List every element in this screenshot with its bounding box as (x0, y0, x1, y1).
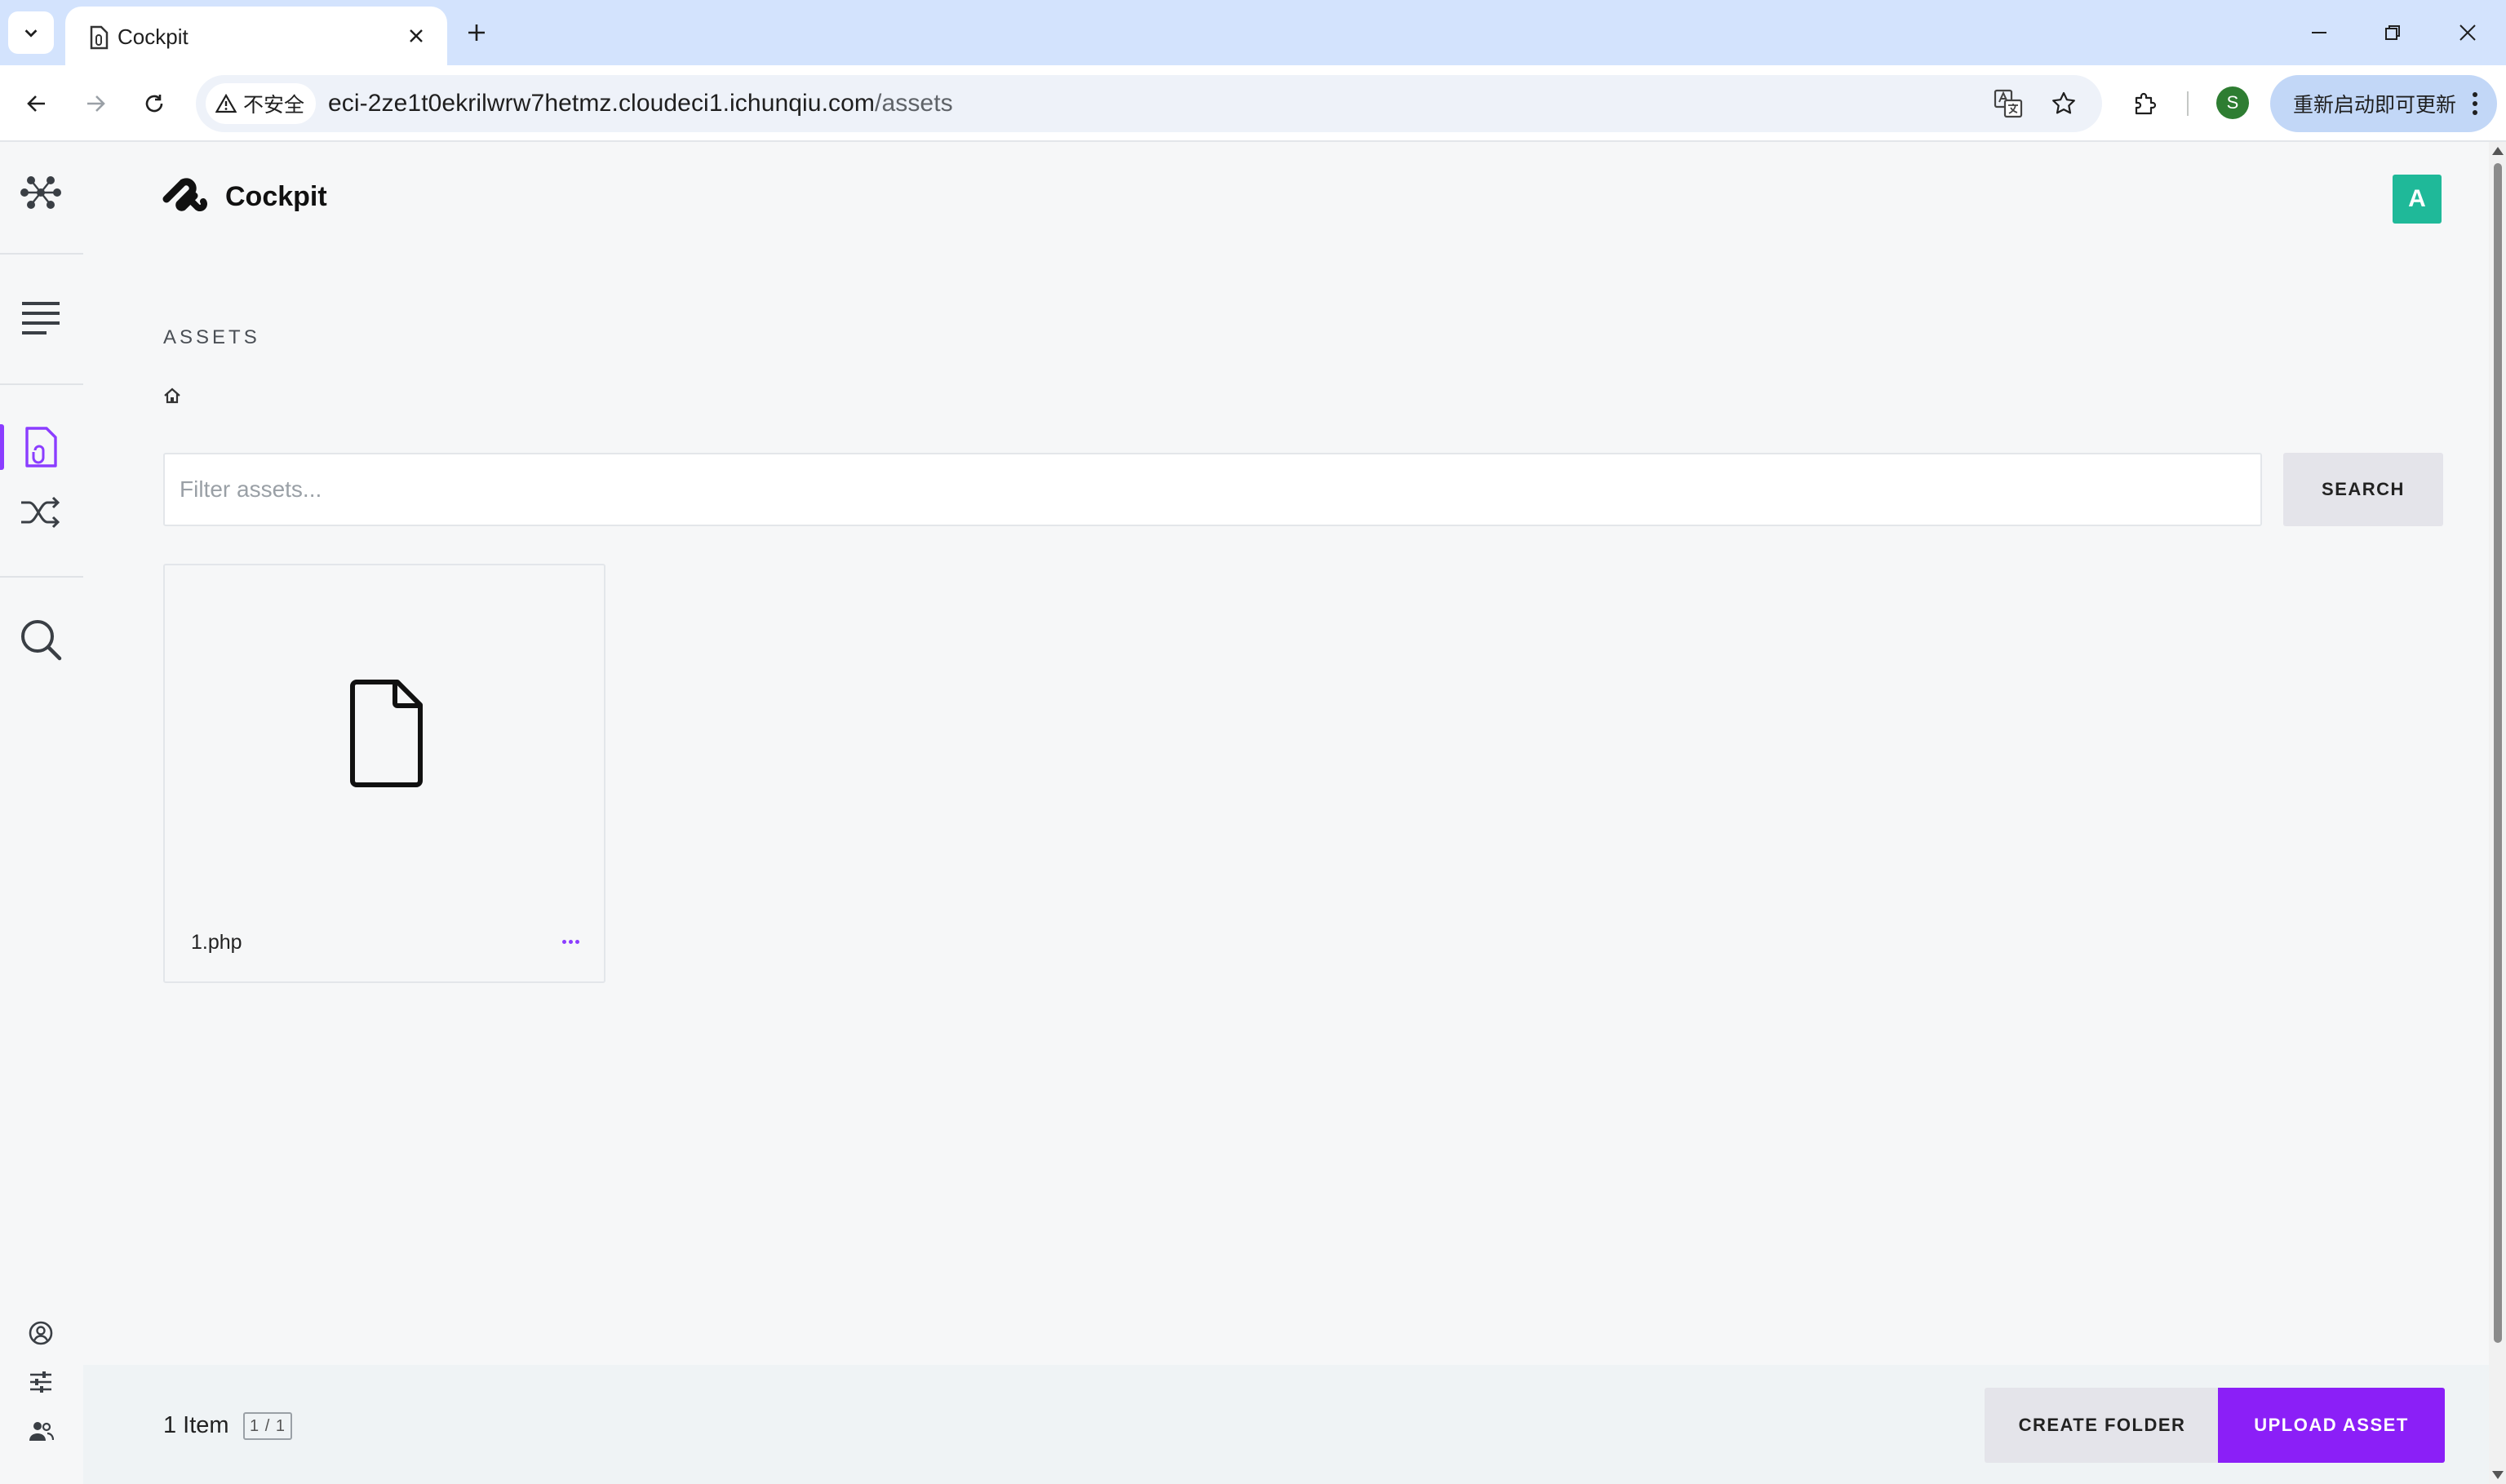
sidebar-item-settings[interactable] (24, 1366, 57, 1398)
asset-card[interactable]: 1.php (163, 564, 605, 983)
toolbar-divider (2187, 91, 2189, 116)
restore-icon (2385, 25, 2400, 40)
tab-title: Cockpit (118, 24, 189, 49)
puzzle-piece-icon (2135, 92, 2157, 115)
translate-icon (1994, 89, 2023, 118)
content-list-icon (22, 302, 60, 334)
close-icon (410, 29, 423, 42)
page-title: ASSETS (163, 326, 260, 348)
site-security-chip[interactable]: 不安全 (206, 83, 317, 124)
new-tab-button[interactable] (459, 15, 495, 51)
account-icon (29, 1321, 53, 1345)
sidebar-item-modules[interactable] (16, 168, 65, 217)
reload-button[interactable] (134, 83, 175, 124)
star-icon (2052, 91, 2075, 114)
sidebar-divider (0, 383, 83, 385)
url-host: eci-2ze1t0ekrilwrw7hetmz.cloudeci1.ichun… (328, 90, 876, 117)
tab-close-button[interactable] (401, 21, 431, 51)
sidebar (0, 142, 83, 1484)
pagination-badge[interactable]: 1 / 1 (243, 1412, 292, 1440)
file-icon (350, 680, 423, 787)
warning-triangle-icon (215, 94, 237, 113)
address-bar[interactable]: 不安全 eci-2ze1t0ekrilwrw7hetmz.cloudeci1.i… (196, 75, 2102, 132)
sidebar-item-shuffle[interactable] (16, 488, 65, 537)
cockpit-logo-icon (162, 178, 207, 211)
restart-to-update-button[interactable]: 重新启动即可更新 (2270, 75, 2497, 132)
security-label: 不安全 (243, 94, 305, 117)
browser-toolbar: 不安全 eci-2ze1t0ekrilwrw7hetmz.cloudeci1.i… (0, 65, 2506, 142)
sidebar-item-content[interactable] (16, 294, 65, 343)
sidebar-item-account[interactable] (24, 1317, 57, 1349)
translate-button[interactable] (1991, 86, 2025, 121)
more-dot-icon (574, 939, 579, 944)
sidebar-item-search[interactable] (16, 615, 65, 664)
item-count: 1 Item (163, 1412, 229, 1438)
assets-icon (25, 427, 57, 467)
browser-tab-active[interactable]: Cockpit (65, 7, 447, 65)
brand-name: Cockpit (225, 180, 327, 212)
brand[interactable]: Cockpit (162, 176, 327, 217)
users-icon (29, 1422, 54, 1441)
settings-sliders-icon (30, 1371, 51, 1393)
minimize-window-button[interactable] (2295, 11, 2344, 54)
update-label: 重新启动即可更新 (2293, 94, 2457, 117)
sidebar-active-indicator (0, 424, 4, 470)
plus-icon (468, 24, 485, 41)
close-window-button[interactable] (2443, 11, 2492, 54)
more-vertical-icon (2473, 92, 2477, 115)
create-folder-button[interactable]: CREATE FOLDER (1985, 1388, 2220, 1463)
back-button[interactable] (16, 83, 57, 124)
more-dot-icon (568, 939, 573, 944)
minimize-icon (2312, 32, 2326, 33)
arrow-right-icon (87, 95, 105, 112)
cockpit-app: Cockpit A ASSETS SEARCH 1.php 1 Item 1 /… (0, 142, 2489, 1484)
chevron-down-icon (24, 29, 38, 38)
forward-button[interactable] (75, 83, 116, 124)
search-button[interactable]: SEARCH (2283, 453, 2443, 526)
scroll-down-arrow-icon[interactable] (2492, 1471, 2504, 1479)
browser-tab-bar: Cockpit (0, 0, 2506, 65)
asset-name: 1.php (191, 931, 242, 954)
sidebar-item-users[interactable] (24, 1415, 57, 1447)
more-dot-icon (561, 939, 566, 944)
footer-bar: 1 Item 1 / 1 CREATE FOLDER UPLOAD ASSET (83, 1365, 2489, 1484)
extensions-button[interactable] (2125, 83, 2166, 124)
home-icon[interactable] (163, 387, 181, 405)
reload-icon (145, 95, 163, 113)
shuffle-icon (21, 496, 60, 529)
profile-avatar[interactable]: S (2216, 86, 2249, 119)
bookmark-button[interactable] (2047, 86, 2081, 121)
url-path: /assets (875, 90, 953, 117)
upload-asset-button[interactable]: UPLOAD ASSET (2218, 1388, 2445, 1463)
user-avatar[interactable]: A (2393, 175, 2442, 224)
search-icon (21, 620, 62, 661)
asset-more-menu[interactable] (557, 932, 584, 950)
scroll-thumb[interactable] (2494, 163, 2502, 1343)
cockpit-favicon-icon (90, 25, 109, 50)
sidebar-divider (0, 576, 83, 578)
modules-icon (20, 176, 61, 209)
sidebar-divider (0, 253, 83, 255)
restore-window-button[interactable] (2368, 11, 2417, 54)
url-text[interactable]: eci-2ze1t0ekrilwrw7hetmz.cloudeci1.ichun… (328, 90, 953, 117)
sidebar-item-assets[interactable] (16, 423, 65, 472)
page-scrollbar[interactable] (2489, 142, 2506, 1484)
scroll-up-arrow-icon[interactable] (2492, 147, 2504, 155)
close-icon (2459, 24, 2476, 41)
filter-assets-input[interactable] (163, 453, 2262, 526)
arrow-left-icon (27, 95, 45, 112)
tab-search-button[interactable] (8, 11, 54, 54)
